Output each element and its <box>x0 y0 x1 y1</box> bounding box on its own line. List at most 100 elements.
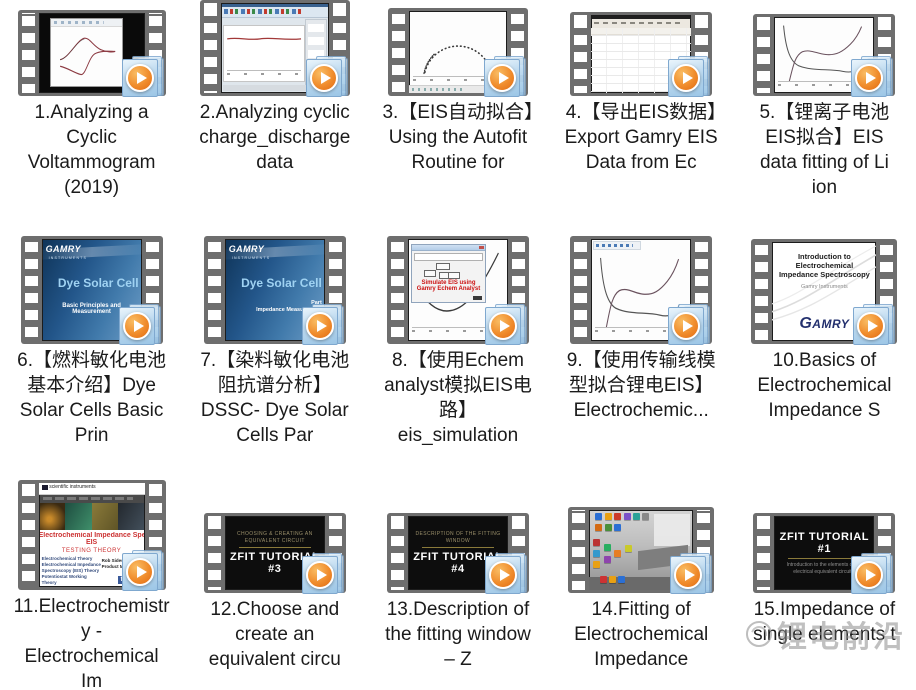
thumbnail-wrap: ZFIT TUTORIAL #1 Introduction to the ele… <box>753 480 895 593</box>
topic-item: Electrochemical Impedance Spectroscopy (… <box>42 562 102 574</box>
play-circle <box>123 312 151 340</box>
app-window <box>50 18 123 88</box>
play-triangle-icon <box>866 72 876 84</box>
slide-title: Introduction to Electrochemical Impedanc… <box>778 252 870 279</box>
video-item: 4.【导出EIS数据】Export Gamry EIS Data from Ec <box>550 0 733 232</box>
play-button[interactable] <box>851 56 899 102</box>
play-circle <box>674 561 702 589</box>
play-button[interactable] <box>668 56 716 102</box>
play-triangle-icon <box>500 320 510 332</box>
play-circle <box>489 312 517 340</box>
circuit-element <box>448 272 460 279</box>
video-title: 8.【使用Echem analyst模拟EIS电路】eis_simulation <box>380 348 536 448</box>
video-thumbnail[interactable]: Simulate EIS using Gamry Echem Analyst <box>387 236 529 344</box>
video-thumbnail[interactable]: CHOOSING & CREATING AN EQUIVALENT CIRCUI… <box>204 513 346 593</box>
toolbar <box>51 19 122 27</box>
desktop-icon <box>614 550 621 557</box>
slide-title: Dye Solar Cell <box>241 276 322 290</box>
toolbar <box>593 241 641 250</box>
play-button[interactable] <box>670 553 718 599</box>
video-thumbnail[interactable]: Introduction to Electrochemical Impedanc… <box>751 239 897 344</box>
video-thumbnail[interactable] <box>568 507 714 593</box>
video-item: 1.Analyzing a Cyclic Voltammogram (2019) <box>0 0 183 232</box>
video-item: 3.【EIS自动拟合】Using the Autofit Routine for <box>366 0 549 232</box>
circuit-element <box>424 270 436 277</box>
video-title: 5.【锂离子电池EIS拟合】EIS data fitting of Li ion <box>746 100 902 200</box>
play-button[interactable] <box>485 304 533 350</box>
play-triangle-icon <box>499 72 509 84</box>
video-thumbnail[interactable]: ZFIT TUTORIAL #1 Introduction to the ele… <box>753 513 895 593</box>
play-button[interactable] <box>853 304 901 350</box>
play-button[interactable] <box>122 56 170 102</box>
thumbnail-wrap: Simulate EIS using Gamry Echem Analyst <box>387 232 529 344</box>
film-sprocket-holes <box>391 516 404 590</box>
toolbar <box>221 7 329 18</box>
desktop-icon <box>614 524 621 531</box>
desktop-icon <box>604 544 611 551</box>
video-thumbnail[interactable] <box>570 236 712 344</box>
play-circle <box>126 558 154 586</box>
cyclic-voltammogram-chart <box>55 30 119 83</box>
play-triangle-icon <box>137 566 147 578</box>
film-sprocket-holes <box>22 13 35 93</box>
watermark-text: 锂电前沿 <box>777 612 905 656</box>
film-sprocket-holes <box>204 3 217 93</box>
video-thumbnail[interactable]: DESCRIPTION OF THE FITTING WINDOW ZFIT T… <box>387 513 529 593</box>
thumbnail-wrap: GAMRY INSTRUMENTS Dye Solar Cell Basic P… <box>21 232 163 344</box>
x-axis <box>227 70 301 77</box>
desktop-icon <box>614 513 621 520</box>
video-thumbnail[interactable] <box>570 12 712 96</box>
video-thumbnail[interactable] <box>200 0 350 96</box>
video-item: GAMRY INSTRUMENTS Dye Solar Cell Basic P… <box>0 232 183 480</box>
play-button[interactable] <box>306 56 354 102</box>
play-triangle-icon <box>500 569 510 581</box>
video-item: 14.Fitting of Electrochemical Impedance <box>550 480 733 690</box>
video-title: 6.【燃料敏化电池基本介绍】Dye Solar Cells Basic Prin <box>14 348 170 448</box>
play-button[interactable] <box>485 553 533 599</box>
play-circle <box>672 312 700 340</box>
film-sprocket-holes <box>572 510 585 590</box>
photo-tile <box>39 503 66 530</box>
video-gallery-page: 1.Analyzing a Cyclic Voltammogram (2019) <box>0 0 916 690</box>
video-title: 14.Fitting of Electrochemical Impedance <box>563 597 719 672</box>
play-triangle-icon <box>137 72 147 84</box>
play-triangle-icon <box>317 569 327 581</box>
video-thumbnail[interactable] <box>753 14 895 96</box>
plot-area <box>223 25 305 82</box>
gamry-logo-rest: AMRY <box>812 317 849 331</box>
desktop-icon <box>604 556 611 563</box>
play-button[interactable] <box>484 56 532 102</box>
gamry-logo-sub: INSTRUMENTS <box>49 256 87 260</box>
play-button[interactable] <box>668 304 716 350</box>
play-circle <box>310 64 338 92</box>
thumbnail-wrap <box>753 0 895 96</box>
video-item: Introduction to Electrochemical Impedanc… <box>733 232 916 480</box>
thumbnail-wrap: CHOOSING & CREATING AN EQUIVALENT CIRCUI… <box>204 480 346 593</box>
desktop-icon <box>609 576 616 583</box>
play-button[interactable] <box>302 304 350 350</box>
video-thumbnail[interactable] <box>388 8 528 96</box>
formula-bar <box>414 253 483 261</box>
watermark: 锂电前沿 <box>746 612 905 656</box>
video-thumbnail[interactable]: GAMRY INSTRUMENTS Dye Solar Cell Basic P… <box>21 236 163 344</box>
play-button[interactable] <box>119 304 167 350</box>
close-icon <box>479 246 484 249</box>
photo-tile <box>92 503 119 530</box>
video-item: CHOOSING & CREATING AN EQUIVALENT CIRCUI… <box>183 480 366 690</box>
film-sprocket-holes <box>574 15 587 93</box>
video-thumbnail[interactable]: GAMRY INSTRUMENTS Dye Solar Cell Part Im… <box>204 236 346 344</box>
thumbnail-wrap: GAMRY INSTRUMENTS Dye Solar Cell Part Im… <box>204 232 346 344</box>
video-thumbnail[interactable] <box>18 10 166 96</box>
thumbnail-wrap <box>570 232 712 344</box>
gamry-logo: GAMRY <box>229 244 264 254</box>
play-button[interactable] <box>122 550 170 596</box>
play-button[interactable] <box>851 553 899 599</box>
desktop-icon <box>593 561 600 568</box>
circuit-element <box>436 263 450 270</box>
video-item: scientific instruments Electrochemical I… <box>0 480 183 690</box>
video-thumbnail[interactable]: scientific instruments Electrochemical I… <box>18 480 166 590</box>
desktop-icon <box>593 550 600 557</box>
wallpaper-window <box>654 514 690 546</box>
video-title: 3.【EIS自动拟合】Using the Autofit Routine for <box>380 100 536 175</box>
play-button[interactable] <box>302 553 350 599</box>
